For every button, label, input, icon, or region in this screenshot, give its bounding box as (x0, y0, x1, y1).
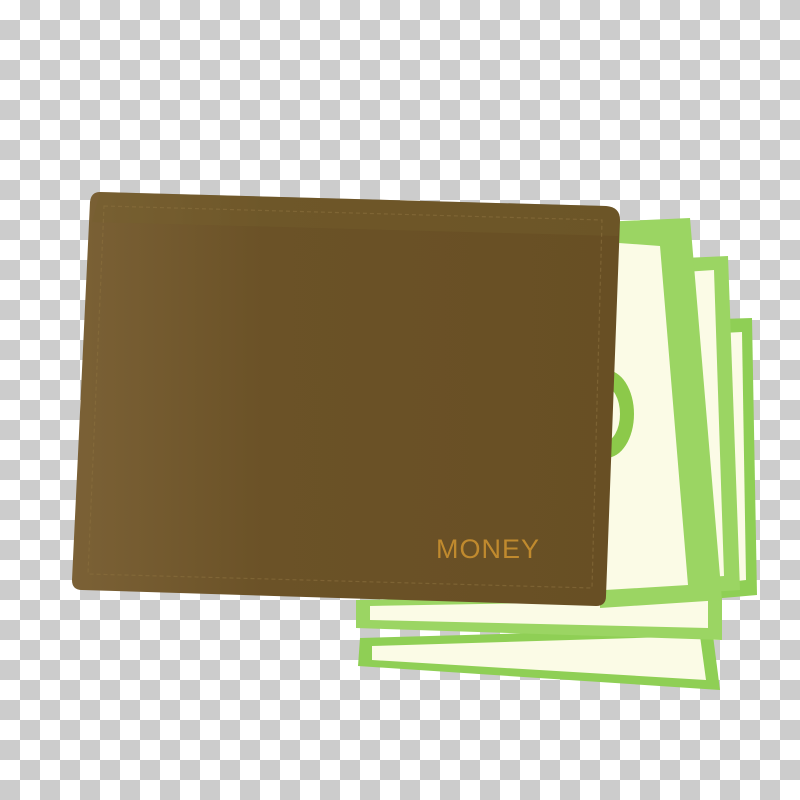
wallet-label: MONEY (436, 534, 540, 564)
wallet: MONEY (72, 192, 620, 606)
wallet-illustration: MONEY (72, 192, 757, 690)
transparent-background: MONEY (0, 0, 800, 800)
